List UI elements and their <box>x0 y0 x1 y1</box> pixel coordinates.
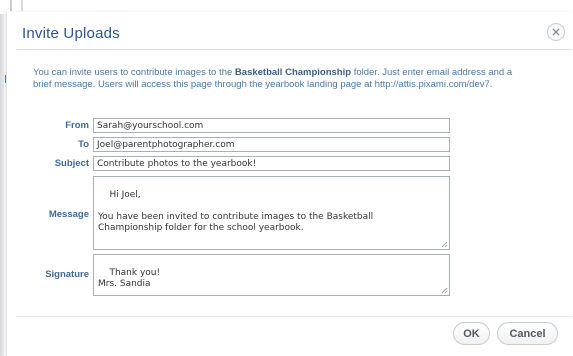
to-label: To <box>78 139 89 150</box>
subject-label: Subject <box>54 158 89 169</box>
to-field[interactable]: Joel@parentphotographer.com <box>93 137 450 152</box>
resize-grip-icon[interactable] <box>440 240 448 248</box>
subject-field[interactable]: Contribute photos to the yearbook! <box>93 156 450 171</box>
close-button[interactable] <box>547 23 565 41</box>
signature-label: Signature <box>45 269 89 280</box>
cancel-button[interactable]: Cancel <box>497 322 558 345</box>
signature-textarea[interactable]: Thank you! Mrs. Sandia <box>93 254 450 296</box>
close-icon <box>552 28 560 36</box>
background-divider <box>21 0 23 11</box>
message-label: Message <box>48 209 89 220</box>
title-divider <box>16 49 572 50</box>
intro-text: You can invite users to contribute image… <box>33 67 513 91</box>
invite-uploads-dialog: Invite Uploads You can invite users to c… <box>6 12 573 356</box>
resize-grip-icon[interactable] <box>440 286 448 294</box>
intro-folder-name: Basketball Championship <box>234 67 352 78</box>
from-field[interactable]: Sarah@yourschool.com <box>93 118 450 133</box>
background-page-edge <box>0 14 4 356</box>
dialog-title: Invite Uploads <box>22 25 120 42</box>
background-divider <box>10 0 12 11</box>
signature-text: Thank you! Mrs. Sandia <box>98 268 161 289</box>
message-textarea[interactable]: Hi Joel, You have been invited to contri… <box>93 176 450 250</box>
footer-divider <box>16 316 572 317</box>
message-text: Hi Joel, You have been invited to contri… <box>98 190 374 233</box>
ok-button[interactable]: OK <box>453 322 490 345</box>
from-label: From <box>65 120 89 131</box>
intro-part-1: You can invite users to contribute image… <box>33 67 235 78</box>
